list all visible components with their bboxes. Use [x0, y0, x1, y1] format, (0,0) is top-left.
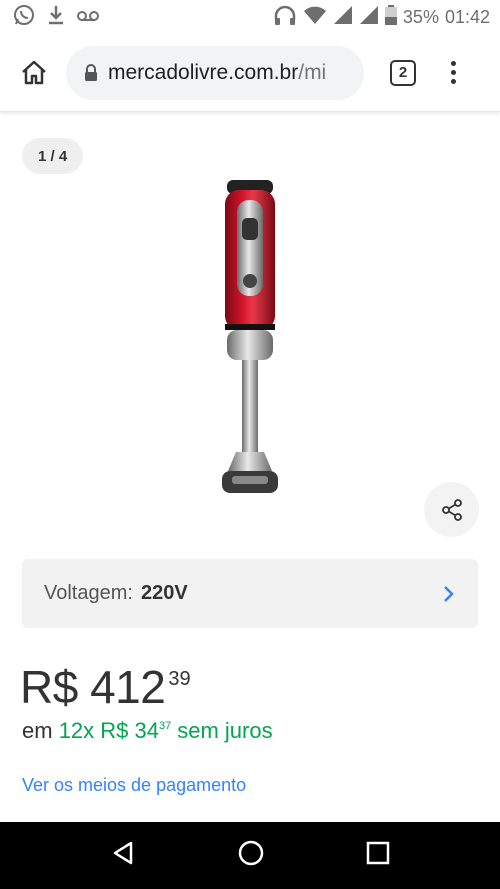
share-icon — [441, 498, 462, 521]
whatsapp-icon — [12, 3, 36, 32]
wifi-icon — [303, 5, 327, 30]
battery-icon — [384, 4, 397, 30]
payment-methods-link[interactable]: Ver os meios de pagamento — [22, 775, 246, 796]
clock: 01:42 — [444, 6, 490, 27]
home-icon — [22, 60, 46, 84]
tab-switcher-button[interactable]: 2 — [390, 59, 416, 86]
url-bar[interactable]: mercadolivre.com.br/mi — [66, 45, 364, 100]
recents-icon[interactable] — [366, 841, 390, 870]
price-main: R$ 412 — [20, 661, 166, 713]
price-cents: 39 — [168, 668, 191, 690]
product-image[interactable] — [200, 176, 300, 501]
battery-percent: 35% — [402, 6, 439, 27]
voicemail-icon — [76, 7, 100, 28]
home-button[interactable] — [14, 53, 54, 93]
lock-icon — [84, 63, 98, 82]
voltage-value: 220V — [140, 582, 188, 604]
browser-toolbar: mercadolivre.com.br/mi 2 — [0, 34, 500, 112]
installments-cents: 37 — [158, 720, 172, 732]
chevron-right-icon — [442, 584, 456, 604]
system-navigation-bar — [0, 822, 500, 889]
share-button[interactable] — [424, 482, 479, 537]
status-left — [12, 3, 100, 32]
download-icon — [46, 4, 66, 31]
gallery-counter: 1 / 4 — [22, 138, 84, 174]
menu-dot — [450, 70, 456, 75]
price: R$ 412 39 — [20, 660, 191, 714]
back-icon[interactable] — [110, 840, 136, 871]
signal-icon — [359, 5, 379, 30]
installments-suffix: sem juros — [177, 718, 273, 743]
installments-prefix: em — [22, 718, 53, 743]
overflow-menu-button[interactable] — [446, 61, 460, 84]
signal-icon — [333, 5, 353, 30]
home-circle-icon[interactable] — [237, 839, 265, 872]
headphones-icon — [273, 4, 297, 31]
installments-amount: 12x R$ 34 — [58, 718, 159, 743]
status-bar: 35% 01:42 — [0, 0, 500, 34]
installments: em 12x R$ 34 37 sem juros — [22, 718, 273, 744]
menu-dot — [450, 79, 456, 84]
url-path: /mi — [298, 60, 327, 84]
menu-dot — [450, 61, 456, 66]
voltage-label: Voltagem: — [44, 582, 133, 604]
voltage-selector[interactable]: Voltagem: 220V — [22, 559, 478, 628]
url-domain: mercadolivre.com.br — [108, 60, 299, 84]
status-right: 35% 01:42 — [273, 4, 490, 31]
